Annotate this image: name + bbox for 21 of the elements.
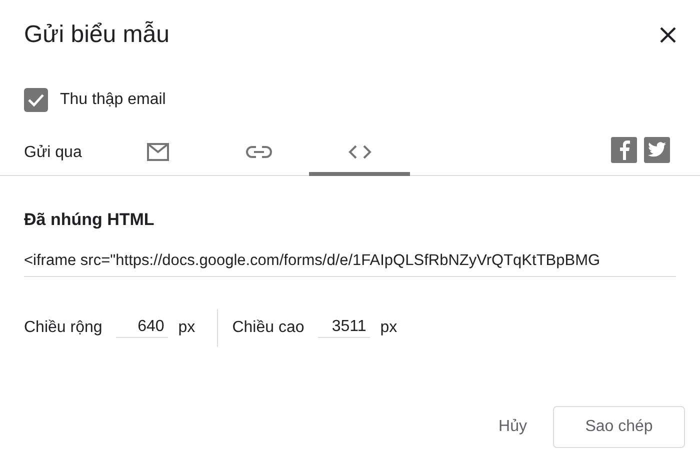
embed-code-field[interactable]: <iframe src="https://docs.google.com/forms/d/e/1FAIpQLSfRbNZyVrQTqKtTBpBMG	[24, 252, 676, 277]
dialog-title: Gửi biểu mẫu	[24, 21, 170, 49]
height-label: Chiều cao	[232, 319, 304, 337]
link-icon	[246, 145, 272, 159]
facebook-button[interactable]	[611, 136, 637, 162]
unit-label: px	[380, 319, 398, 337]
envelope-icon	[146, 142, 170, 162]
bird-icon	[648, 142, 666, 157]
width-field[interactable]: 640	[116, 318, 168, 338]
f-icon	[618, 140, 630, 160]
copy-button[interactable]: Sao chép	[553, 406, 685, 448]
height-field[interactable]: 3511	[318, 318, 370, 338]
check-icon	[27, 93, 45, 107]
section-heading: Đã nhúng HTML	[23, 209, 156, 230]
checkbox[interactable]	[24, 88, 48, 112]
unit-label: px	[178, 319, 196, 337]
send-via-label: Gửi qua	[24, 144, 83, 162]
checkbox-label: Thu thập email	[60, 91, 166, 109]
width-label: Chiều rộng	[24, 319, 102, 337]
twitter-button[interactable]	[644, 136, 670, 162]
code-icon	[346, 144, 372, 160]
